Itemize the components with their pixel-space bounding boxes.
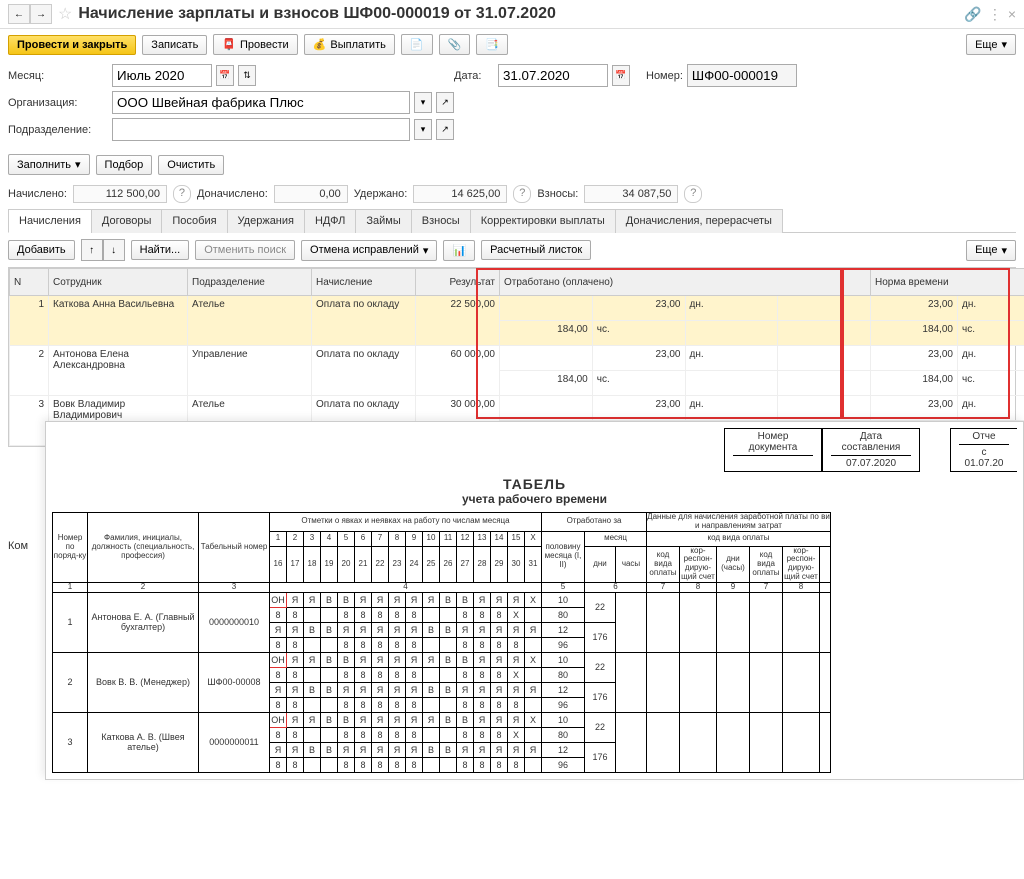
pick-button[interactable]: Подбор	[96, 155, 153, 175]
accrued-label: Начислено:	[8, 188, 67, 200]
sheet-subtitle: учета рабочего времени	[52, 492, 1017, 506]
more-button[interactable]: Еще ▾	[966, 34, 1016, 55]
grid-toolbar: Добавить ↑ ↓ Найти... Отменить поиск Отм…	[0, 233, 1024, 267]
nav-back[interactable]: ←	[8, 4, 30, 24]
tab-0[interactable]: Начисления	[8, 209, 92, 233]
report-box: Отче с 01.07.20	[950, 428, 1017, 472]
tab-4[interactable]: НДФЛ	[304, 209, 356, 233]
date-label: Дата:	[454, 70, 494, 82]
withheld-value: 14 625,00	[413, 185, 507, 203]
tab-6[interactable]: Взносы	[411, 209, 471, 233]
contrib-label: Взносы:	[537, 188, 578, 200]
tab-1[interactable]: Договоры	[91, 209, 162, 233]
month-input[interactable]	[112, 64, 212, 87]
tool-icon-3[interactable]: 📑	[476, 34, 508, 55]
main-toolbar: Провести и закрыть Записать 📮Провести 💰В…	[0, 29, 1024, 60]
tab-2[interactable]: Пособия	[161, 209, 227, 233]
tab-7[interactable]: Корректировки выплаты	[470, 209, 616, 233]
cancel-find-button[interactable]: Отменить поиск	[195, 240, 295, 260]
cancel-fixes-button[interactable]: Отмена исправлений ▾	[301, 240, 437, 261]
grid-more-button[interactable]: Еще ▾	[966, 240, 1016, 261]
tab-5[interactable]: Займы	[355, 209, 411, 233]
sheet-title: ТАБЕЛЬ	[52, 476, 1017, 492]
dept-open-icon[interactable]: ↗	[436, 119, 454, 140]
withheld-help-icon[interactable]: ?	[513, 185, 531, 203]
window-title: Начисление зарплаты и взносов ШФ00-00001…	[78, 5, 964, 23]
fill-button[interactable]: Заполнить ▾	[8, 154, 90, 175]
pay-icon: 💰	[313, 38, 327, 51]
payslip-button[interactable]: Расчетный листок	[481, 240, 591, 260]
find-button[interactable]: Найти...	[131, 240, 190, 260]
fill-toolbar: Заполнить ▾ Подбор Очистить	[0, 149, 1024, 180]
favorite-star-icon[interactable]: ☆	[58, 4, 72, 24]
contrib-value: 34 087,50	[584, 185, 678, 203]
addl-value: 0,00	[274, 185, 348, 203]
move-down-icon[interactable]: ↓	[103, 239, 125, 261]
nav-fwd[interactable]: →	[30, 4, 52, 24]
org-open-icon[interactable]: ↗	[436, 92, 454, 113]
comment-label: Ком	[0, 534, 36, 558]
attachment-icon[interactable]: 📎	[439, 34, 471, 55]
month-spin-icon[interactable]: ⇅	[238, 65, 256, 86]
totals-row: Начислено: 112 500,00 ? Доначислено: 0,0…	[0, 180, 1024, 208]
org-label: Организация:	[8, 97, 108, 109]
tab-3[interactable]: Удержания	[227, 209, 305, 233]
docdate-box: Дата составления 07.07.2020	[822, 428, 920, 472]
accruals-grid[interactable]: NСотрудникПодразделениеНачислениеРезульт…	[8, 267, 1016, 447]
org-dropdown-icon[interactable]: ▾	[414, 92, 432, 113]
dept-input[interactable]	[112, 118, 410, 141]
accrued-value: 112 500,00	[73, 185, 167, 203]
docnum-box: Номер документа	[724, 428, 822, 472]
withheld-label: Удержано:	[354, 188, 408, 200]
tool-icon-1[interactable]: 📄	[401, 34, 433, 55]
add-button[interactable]: Добавить	[8, 240, 75, 260]
month-label: Месяц:	[8, 70, 108, 82]
timesheet-table: Номер по поряд-куФамилия, инициалы, долж…	[52, 512, 831, 773]
post-icon: 📮	[222, 38, 236, 51]
org-input[interactable]	[112, 91, 410, 114]
month-calendar-icon[interactable]: 📅	[216, 65, 234, 86]
link-icon[interactable]: 🔗	[964, 6, 981, 23]
header-fields: Месяц: 📅 ⇅ Дата: 📅 Номер: Организация: ▾…	[0, 60, 1024, 149]
titlebar: ← → ☆ Начисление зарплаты и взносов ШФ00…	[0, 0, 1024, 29]
number-input	[687, 64, 797, 87]
post-button[interactable]: 📮Провести	[213, 34, 297, 55]
number-label: Номер:	[646, 70, 683, 82]
date-input[interactable]	[498, 64, 608, 87]
addl-label: Доначислено:	[197, 188, 268, 200]
dept-dropdown-icon[interactable]: ▾	[414, 119, 432, 140]
tool-icon-grid[interactable]: 📊	[443, 240, 475, 261]
date-calendar-icon[interactable]: 📅	[612, 65, 630, 86]
timesheet-window: Номер документа Дата составления 07.07.2…	[45, 421, 1024, 780]
clear-button[interactable]: Очистить	[158, 155, 224, 175]
move-up-icon[interactable]: ↑	[81, 239, 103, 261]
tab-8[interactable]: Доначисления, перерасчеты	[615, 209, 783, 233]
close-icon[interactable]: ×	[1008, 6, 1016, 22]
pay-button[interactable]: 💰Выплатить	[304, 34, 395, 55]
post-and-close-button[interactable]: Провести и закрыть	[8, 35, 136, 55]
contrib-help-icon[interactable]: ?	[684, 185, 702, 203]
save-button[interactable]: Записать	[142, 35, 207, 55]
menu-dots-icon[interactable]: ⋮	[988, 6, 1002, 23]
tabs: НачисленияДоговорыПособияУдержанияНДФЛЗа…	[8, 208, 1016, 233]
accrued-help-icon[interactable]: ?	[173, 185, 191, 203]
dept-label: Подразделение:	[8, 124, 108, 136]
